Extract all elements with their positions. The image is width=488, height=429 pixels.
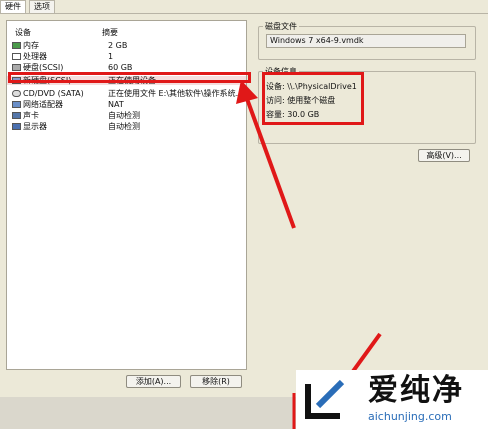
- annotation-arrowhead: [236, 80, 258, 104]
- watermark-cn: 爱纯净: [368, 373, 464, 408]
- watermark-en: aichunjing.com: [368, 410, 452, 423]
- annotation-arrows: [236, 80, 382, 429]
- watermark-logo: 爱纯净 aichunjing.com: [296, 370, 488, 429]
- logo-mark-icon: [305, 379, 345, 419]
- annotation-arrow-line: [244, 95, 296, 229]
